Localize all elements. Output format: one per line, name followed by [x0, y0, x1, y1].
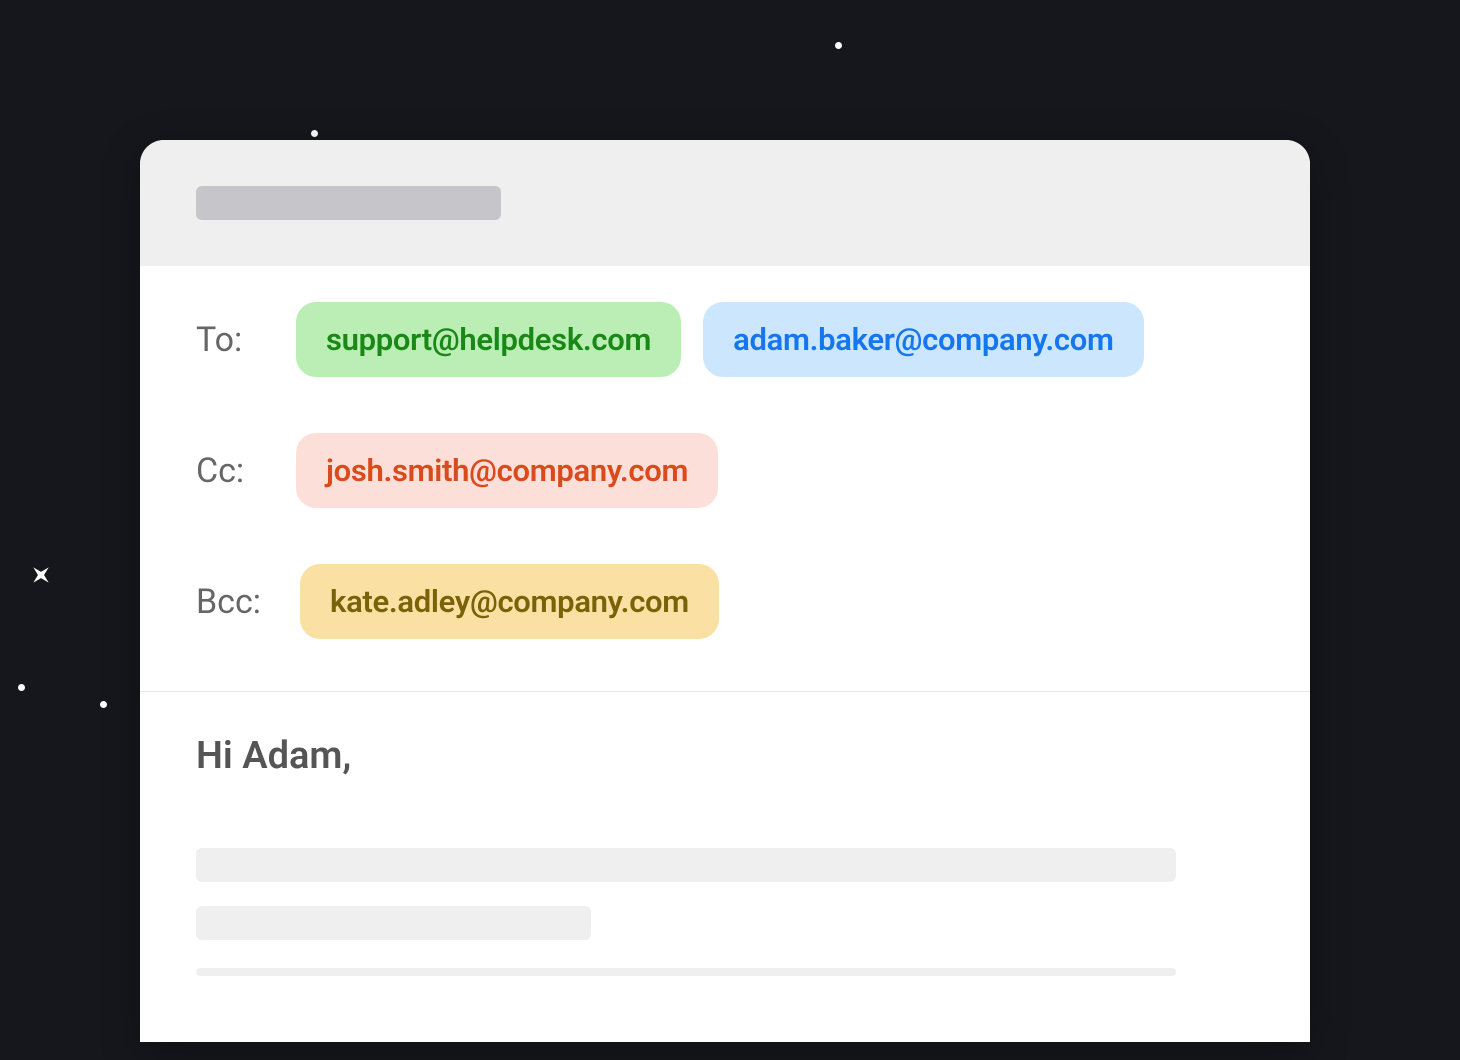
subject-bar [140, 140, 1310, 266]
decoration-dot [311, 130, 318, 137]
recipient-chip[interactable]: josh.smith@company.com [296, 433, 718, 508]
sparkle-icon [28, 562, 54, 588]
bcc-label: Bcc: [196, 582, 278, 622]
recipient-chip[interactable]: support@helpdesk.com [296, 302, 681, 377]
recipients-section: To: support@helpdesk.com adam.baker@comp… [140, 266, 1310, 692]
body-text-placeholder [196, 848, 1176, 882]
to-row: To: support@helpdesk.com adam.baker@comp… [196, 302, 1254, 377]
subject-input-placeholder[interactable] [196, 186, 501, 220]
cc-label: Cc: [196, 451, 274, 491]
cc-row: Cc: josh.smith@company.com [196, 433, 1254, 508]
body-text-placeholder [196, 906, 591, 940]
body-text-placeholder [196, 968, 1176, 976]
recipient-chip[interactable]: kate.adley@company.com [300, 564, 719, 639]
decoration-dot [835, 42, 842, 49]
compose-window: To: support@helpdesk.com adam.baker@comp… [140, 140, 1310, 1042]
email-greeting: Hi Adam, [196, 734, 1254, 778]
email-body[interactable]: Hi Adam, [140, 692, 1310, 1042]
to-label: To: [196, 320, 274, 360]
bcc-row: Bcc: kate.adley@company.com [196, 564, 1254, 639]
decoration-dot [100, 701, 107, 708]
decoration-dot [18, 684, 25, 691]
recipient-chip[interactable]: adam.baker@company.com [703, 302, 1143, 377]
